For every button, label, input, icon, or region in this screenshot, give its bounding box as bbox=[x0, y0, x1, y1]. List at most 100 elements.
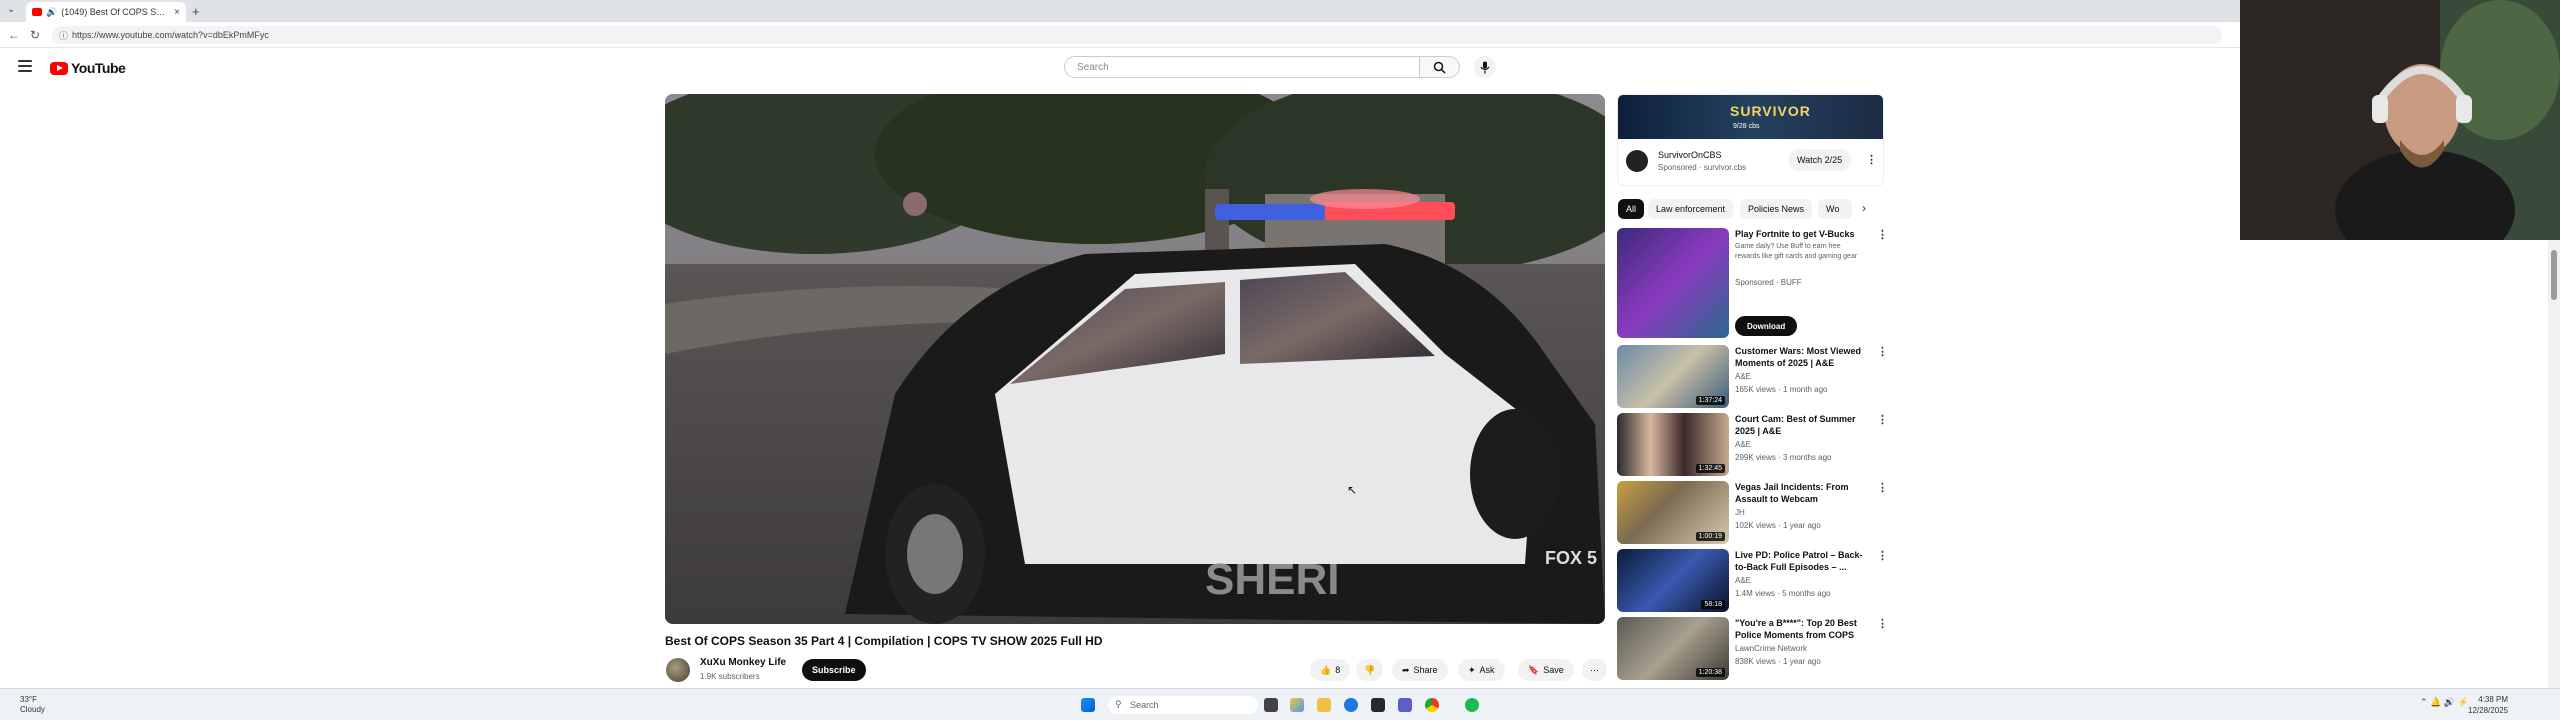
close-tab-icon[interactable]: × bbox=[174, 7, 180, 18]
rec-title[interactable]: Play Fortnite to get V-Bucks bbox=[1735, 228, 1867, 240]
mouse-cursor-icon: ↖ bbox=[1347, 483, 1358, 497]
ad-sponsored: Sponsored · survivor.cbs bbox=[1658, 163, 1747, 172]
browser-tab[interactable]: 🔊 (1049) Best Of COPS Season × bbox=[26, 2, 186, 22]
app-icon[interactable] bbox=[1290, 698, 1304, 712]
rec-meta: 299K views · 3 months ago bbox=[1735, 453, 1832, 462]
save-button[interactable]: 🔖 Save bbox=[1518, 659, 1574, 681]
dislike-button[interactable]: 👎 bbox=[1356, 659, 1384, 681]
new-tab-button[interactable]: + bbox=[192, 4, 200, 19]
more-vertical-icon[interactable]: ⋮ bbox=[1877, 345, 1888, 358]
task-view-icon[interactable] bbox=[1264, 698, 1278, 712]
youtube-play-icon bbox=[50, 61, 68, 75]
share-icon: ➦ bbox=[1402, 664, 1410, 675]
app-icon[interactable] bbox=[1371, 698, 1385, 712]
thumbnail[interactable]: 1:00:19 bbox=[1617, 481, 1729, 544]
menu-hamburger-icon[interactable] bbox=[18, 60, 32, 72]
list-item[interactable]: Play Fortnite to get V-Bucks Game daily?… bbox=[1617, 228, 1888, 340]
rec-title[interactable]: Live PD: Police Patrol – Back-to-Back Fu… bbox=[1735, 549, 1867, 573]
duration-badge: 58:18 bbox=[1701, 600, 1725, 609]
thumbs-down-icon: 👎 bbox=[1364, 664, 1376, 675]
more-vertical-icon[interactable]: ⋮ bbox=[1877, 413, 1888, 426]
more-vertical-icon[interactable]: ⋮ bbox=[1877, 228, 1888, 241]
sidebar-ad[interactable]: SURVIVOR 9/28 cbs SurvivorOnCBS Sponsore… bbox=[1617, 94, 1884, 186]
duration-badge: 1:00:19 bbox=[1695, 532, 1725, 541]
youtube-favicon-icon bbox=[32, 8, 42, 16]
rec-title[interactable]: Vegas Jail Incidents: From Assault to We… bbox=[1735, 481, 1867, 505]
chip-policies-news[interactable]: Policies News bbox=[1740, 199, 1813, 219]
back-arrow-icon[interactable]: ← bbox=[8, 28, 20, 42]
weather-temp: 33°F bbox=[20, 695, 37, 704]
share-label: Share bbox=[1413, 665, 1438, 675]
more-vertical-icon[interactable]: ⋮ bbox=[1877, 549, 1888, 562]
tab-list-chevron-icon[interactable]: ⌄ bbox=[7, 4, 15, 15]
system-tray[interactable]: ⌃ 🔔 🔊 ⚡ bbox=[2420, 697, 2469, 708]
channel-bug: FOX 5 bbox=[1545, 548, 1597, 568]
thumbs-up-icon: 👍 bbox=[1320, 664, 1332, 675]
edge-icon[interactable] bbox=[1344, 698, 1358, 712]
ad-avatar[interactable] bbox=[1626, 150, 1648, 172]
start-icon[interactable] bbox=[1081, 698, 1095, 712]
chip-more[interactable]: Wo bbox=[1818, 199, 1852, 219]
scrollbar-thumb[interactable] bbox=[2551, 250, 2557, 300]
youtube-logo[interactable]: YouTube bbox=[50, 60, 126, 76]
download-button[interactable]: Download bbox=[1735, 316, 1798, 336]
search-icon: ⚲ bbox=[1115, 699, 1122, 709]
rec-meta: 102K views · 1 year ago bbox=[1735, 521, 1821, 530]
rec-channel: LawnCrime Network bbox=[1735, 644, 1808, 653]
duration-badge: 1:37:24 bbox=[1695, 396, 1725, 405]
ad-watch-button[interactable]: Watch 2/25 bbox=[1788, 149, 1852, 171]
thumbnail[interactable] bbox=[1617, 228, 1729, 338]
list-item[interactable]: 1:37:24 Customer Wars: Most Viewed Momen… bbox=[1617, 345, 1888, 408]
clock[interactable]: 4:38 PM 12/28/2025 bbox=[2468, 694, 2508, 716]
chip-all[interactable]: All bbox=[1618, 199, 1645, 219]
file-explorer-icon[interactable] bbox=[1317, 698, 1331, 712]
spotify-icon[interactable] bbox=[1465, 698, 1479, 712]
more-actions-button[interactable]: ⋯ bbox=[1582, 659, 1607, 681]
weather-widget[interactable]: 33°F Cloudy bbox=[20, 695, 45, 715]
ask-button[interactable]: ✦ Ask bbox=[1458, 659, 1505, 681]
teams-icon[interactable] bbox=[1398, 698, 1412, 712]
ad-name[interactable]: SurvivorOnCBS bbox=[1658, 150, 1722, 160]
rec-meta: 165K views · 1 month ago bbox=[1735, 385, 1828, 394]
rec-title[interactable]: "You're a B****": Top 20 Best Police Mom… bbox=[1735, 617, 1867, 641]
list-item[interactable]: 1:20:38 "You're a B****": Top 20 Best Po… bbox=[1617, 617, 1888, 680]
chrome-icon[interactable] bbox=[1425, 698, 1439, 712]
rec-title[interactable]: Customer Wars: Most Viewed Moments of 20… bbox=[1735, 345, 1867, 369]
ad-banner-sub: 9/28 cbs bbox=[1733, 123, 1760, 130]
thumbnail[interactable]: 58:18 bbox=[1617, 549, 1729, 612]
ad-banner[interactable]: SURVIVOR 9/28 cbs bbox=[1618, 95, 1883, 139]
more-vertical-icon[interactable]: ⋮ bbox=[1877, 617, 1888, 630]
page-scrollbar[interactable] bbox=[2548, 240, 2560, 688]
chip-law-enforcement[interactable]: Law enforcement bbox=[1648, 199, 1734, 219]
thumbnail[interactable]: 1:37:24 bbox=[1617, 345, 1729, 408]
thumbnail[interactable]: 1:32:45 bbox=[1617, 413, 1729, 476]
list-item[interactable]: 1:32:45 Court Cam: Best of Summer 2025 |… bbox=[1617, 413, 1888, 476]
address-bar[interactable]: ⓘ https://www.youtube.com/watch?v=dbEkPm… bbox=[52, 26, 2222, 44]
channel-avatar[interactable] bbox=[666, 658, 690, 682]
share-button[interactable]: ➦ Share bbox=[1392, 659, 1448, 681]
webcam-frame bbox=[2240, 0, 2560, 240]
speaker-icon[interactable]: 🔊 bbox=[46, 7, 57, 18]
search-input[interactable]: Search bbox=[1064, 56, 1420, 78]
more-vertical-icon[interactable]: ⋮ bbox=[1877, 481, 1888, 494]
thumbnail[interactable]: 1:20:38 bbox=[1617, 617, 1729, 680]
rec-meta: 838K views · 1 year ago bbox=[1735, 657, 1821, 666]
list-item[interactable]: 1:00:19 Vegas Jail Incidents: From Assau… bbox=[1617, 481, 1888, 544]
video-title: Best Of COPS Season 35 Part 4 | Compilat… bbox=[665, 634, 1103, 648]
reload-icon[interactable]: ↻ bbox=[30, 28, 40, 42]
rec-channel: Game daily? Use Buff to earn free reward… bbox=[1735, 243, 1858, 260]
chevron-right-icon[interactable]: › bbox=[1862, 201, 1866, 215]
like-button[interactable]: 👍 8 bbox=[1310, 659, 1351, 681]
list-item[interactable]: 58:18 Live PD: Police Patrol – Back-to-B… bbox=[1617, 549, 1888, 612]
search-button[interactable] bbox=[1420, 56, 1460, 78]
voice-search-button[interactable] bbox=[1474, 56, 1496, 78]
rec-title[interactable]: Court Cam: Best of Summer 2025 | A&E bbox=[1735, 413, 1867, 437]
ad-banner-title: SURVIVOR bbox=[1730, 103, 1811, 119]
search-icon bbox=[1433, 61, 1446, 74]
channel-name[interactable]: XuXu Monkey Life bbox=[700, 657, 786, 668]
subscribe-button[interactable]: Subscribe bbox=[802, 659, 866, 681]
more-vertical-icon[interactable]: ⋮ bbox=[1866, 153, 1877, 166]
site-info-icon[interactable]: ⓘ bbox=[59, 29, 68, 42]
taskbar-search[interactable]: ⚲ Search bbox=[1108, 696, 1258, 714]
video-player[interactable]: SHERI FOX 5 bbox=[665, 94, 1605, 624]
